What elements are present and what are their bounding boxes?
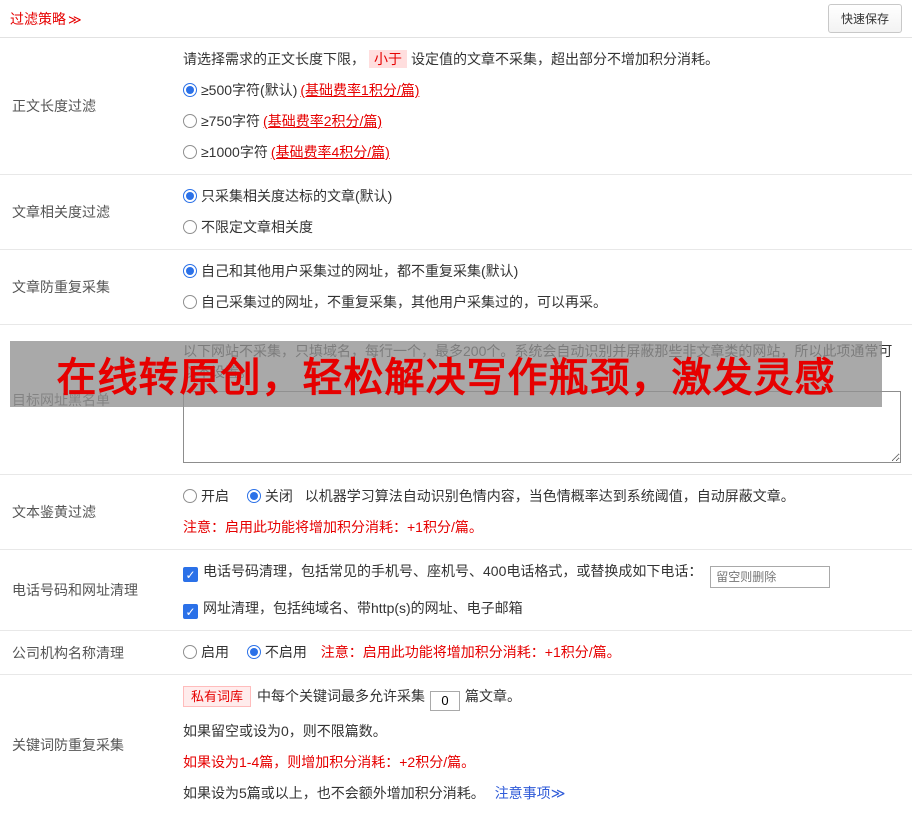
- line1-mid-text: 中每个关键词最多允许采集: [257, 688, 426, 704]
- relevance-option-any[interactable]: 不限定文章相关度: [183, 219, 313, 235]
- length-option-750[interactable]: ≥750字符 (基础费率2积分/篇): [183, 113, 382, 129]
- option-text: 开启: [201, 488, 229, 504]
- porn-filter-label: 文本鉴黄过滤: [12, 504, 96, 520]
- phone-url-clean-label: 电话号码和网址清理: [12, 582, 138, 598]
- option-fee-note: (基础费率4积分/篇): [270, 144, 390, 160]
- intro-prefix: 请选择需求的正文长度下限，: [183, 51, 365, 67]
- radio-checked-icon[interactable]: [246, 645, 261, 659]
- option-fee-note: (基础费率1积分/篇): [300, 82, 420, 98]
- url-clean-checkbox-option[interactable]: 网址清理，包括纯域名、带http(s)的网址、电子邮箱: [183, 600, 523, 619]
- radio-icon[interactable]: [183, 220, 197, 234]
- company-clean-content: 启用 不启用 注意：启用此功能将增加积分消耗：+1积分/篇。: [183, 631, 912, 674]
- keyword-dedup-content: 私有词库中每个关键词最多允许采集 篇文章。 如果留空或设为0，则不限篇数。 如果设…: [183, 675, 912, 815]
- porn-filter-note: 注意：启用此功能将增加积分消耗：+1积分/篇。: [183, 519, 483, 535]
- option-text: 只采集相关度达标的文章(默认): [201, 188, 393, 204]
- page-title-text: 过滤策略: [10, 10, 66, 27]
- radio-checked-icon[interactable]: [246, 489, 261, 503]
- row-length-filter: 正文长度过滤 请选择需求的正文长度下限， 小于 设定值的文章不采集，超出部分不增加积…: [0, 38, 912, 175]
- line1-suffix-text: 篇文章。: [465, 688, 522, 704]
- option-text: 网址清理，包括纯域名、带http(s)的网址、电子邮箱: [203, 600, 523, 616]
- quick-save-button[interactable]: 快速保存: [827, 4, 902, 33]
- relevance-option-strict[interactable]: 只采集相关度达标的文章(默认): [183, 188, 392, 204]
- topbar: 过滤策略 ≫ 快速保存: [0, 0, 912, 38]
- company-option-off[interactable]: 不启用: [246, 644, 311, 660]
- row-dedup-filter: 文章防重复采集 自己和其他用户采集过的网址，都不重复采集(默认) 自己采集过的网…: [0, 250, 912, 325]
- option-text: ≥1000字符: [201, 144, 268, 160]
- phone-clean-checkbox-option[interactable]: 电话号码清理，包括常见的手机号、座机号、400电话格式，或替换成如下电话：: [183, 563, 706, 582]
- dedup-filter-label: 文章防重复采集: [12, 279, 110, 295]
- radio-checked-icon[interactable]: [183, 83, 197, 97]
- length-filter-intro: 请选择需求的正文长度下限， 小于 设定值的文章不采集，超出部分不增加积分消耗。: [183, 49, 904, 70]
- option-text: 自己和其他用户采集过的网址，都不重复采集(默认): [201, 263, 519, 279]
- dedup-option-self[interactable]: 自己采集过的网址，不重复采集，其他用户采集过的，可以再采。: [183, 294, 607, 310]
- chevron-right-icon: ≫: [550, 784, 566, 801]
- notice-link[interactable]: 注意事项≫: [495, 785, 566, 801]
- promo-banner-text: 在线转原创，轻松解决写作瓶颈，激发灵感: [56, 356, 836, 400]
- row-phone-url-clean: 电话号码和网址清理 电话号码清理，包括常见的手机号、座机号、400电话格式，或替…: [0, 550, 912, 631]
- length-filter-content: 请选择需求的正文长度下限， 小于 设定值的文章不采集，超出部分不增加积分消耗。 ≥5…: [183, 38, 912, 174]
- phone-url-clean-content: 电话号码清理，包括常见的手机号、座机号、400电话格式，或替换成如下电话： 网址…: [183, 550, 912, 630]
- keyword-rule-1to4: 如果设为1-4篇，则增加积分消耗：+2积分/篇。: [183, 753, 476, 770]
- keyword-dedup-label: 关键词防重复采集: [12, 736, 124, 753]
- radio-icon[interactable]: [183, 489, 197, 503]
- porn-filter-content: 开启 关闭 以机器学习算法自动识别色情内容，当色情概率达到系统阈值，自动屏蔽文章…: [183, 475, 912, 549]
- porn-option-off[interactable]: 关闭: [246, 488, 297, 504]
- keyword-rule-5plus: 如果设为5篇或以上，也不会额外增加积分消耗。: [183, 784, 485, 801]
- dedup-filter-content: 自己和其他用户采集过的网址，都不重复采集(默认) 自己采集过的网址，不重复采集，…: [183, 250, 912, 324]
- intro-suffix: 设定值的文章不采集，超出部分不增加积分消耗。: [411, 51, 719, 67]
- length-option-1000[interactable]: ≥1000字符 (基础费率4积分/篇): [183, 144, 390, 160]
- option-text: 自己采集过的网址，不重复采集，其他用户采集过的，可以再采。: [201, 294, 607, 310]
- row-company-clean: 公司机构名称清理 启用 不启用 注意：启用此功能将增加积分消耗：+1积分/篇。: [0, 631, 912, 675]
- porn-filter-desc: 以机器学习算法自动识别色情内容，当色情概率达到系统阈值，自动屏蔽文章。: [304, 488, 795, 504]
- radio-icon[interactable]: [183, 645, 197, 659]
- chevron-collapse-icon: ≫: [68, 11, 82, 27]
- checkbox-checked-icon[interactable]: [183, 567, 198, 582]
- promo-banner[interactable]: 在线转原创，轻松解决写作瓶颈，激发灵感: [10, 341, 882, 407]
- option-text: ≥500字符(默认): [201, 82, 298, 98]
- radio-icon[interactable]: [183, 145, 197, 159]
- company-option-on[interactable]: 启用: [183, 644, 233, 660]
- radio-checked-icon[interactable]: [183, 264, 197, 278]
- radio-icon[interactable]: [183, 114, 197, 128]
- page-title[interactable]: 过滤策略 ≫: [10, 9, 82, 29]
- option-text: 关闭: [264, 488, 293, 504]
- less-than-highlight: 小于: [369, 50, 407, 68]
- notice-link-text: 注意事项: [494, 784, 551, 801]
- row-relevance-filter: 文章相关度过滤 只采集相关度达标的文章(默认) 不限定文章相关度: [0, 175, 912, 250]
- length-filter-label: 正文长度过滤: [12, 98, 96, 114]
- relevance-filter-label: 文章相关度过滤: [12, 204, 110, 220]
- filter-strategy-page: 过滤策略 ≫ 快速保存 正文长度过滤 请选择需求的正文长度下限， 小于 设定值的文章不…: [0, 0, 912, 801]
- company-clean-note: 注意：启用此功能将增加积分消耗：+1积分/篇。: [320, 644, 621, 660]
- length-option-500[interactable]: ≥500字符(默认) (基础费率1积分/篇): [183, 82, 419, 98]
- replacement-phone-input[interactable]: [710, 566, 831, 588]
- option-fee-note: (基础费率2积分/篇): [263, 113, 383, 129]
- private-dictionary-tag[interactable]: 私有词库: [183, 686, 252, 707]
- row-keyword-dedup: 关键词防重复采集 私有词库中每个关键词最多允许采集 篇文章。 如果留空或设为0，则…: [0, 675, 912, 815]
- relevance-filter-content: 只采集相关度达标的文章(默认) 不限定文章相关度: [183, 175, 912, 249]
- porn-option-on[interactable]: 开启: [183, 488, 233, 504]
- radio-checked-icon[interactable]: [183, 189, 197, 203]
- option-text: ≥750字符: [201, 113, 261, 129]
- option-text: 不启用: [264, 644, 307, 660]
- radio-icon[interactable]: [183, 295, 197, 309]
- option-text: 启用: [201, 644, 229, 660]
- dedup-option-global[interactable]: 自己和其他用户采集过的网址，都不重复采集(默认): [183, 263, 518, 279]
- checkbox-checked-icon[interactable]: [183, 604, 198, 619]
- company-clean-label: 公司机构名称清理: [12, 644, 124, 661]
- row-porn-filter: 文本鉴黄过滤 开启 关闭 以机器学习算法自动识别色情内容，当色情概率达到系统阈值…: [0, 475, 912, 550]
- option-text: 不限定文章相关度: [201, 219, 313, 235]
- keyword-count-input[interactable]: [430, 690, 461, 711]
- keyword-rule-zero: 如果留空或设为0，则不限篇数。: [183, 722, 387, 739]
- option-text: 电话号码清理，包括常见的手机号、座机号、400电话格式，或替换成如下电话：: [203, 563, 703, 579]
